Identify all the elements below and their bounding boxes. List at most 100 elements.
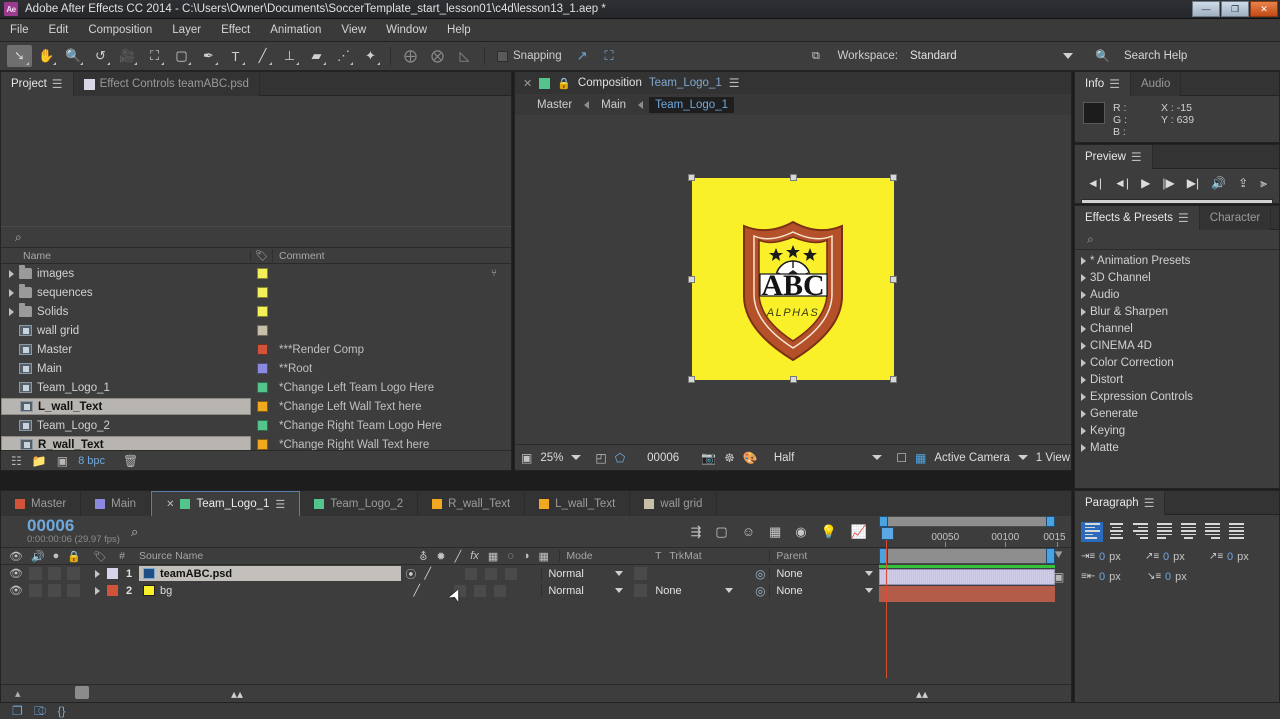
project-item-row[interactable]: wall grid [1, 321, 511, 340]
tab-audio[interactable]: Audio [1130, 72, 1182, 96]
column-trkmat[interactable]: TrkMat [669, 550, 769, 562]
play-button[interactable]: ▶ [1141, 176, 1150, 190]
effects-icon[interactable]: fx [470, 550, 479, 562]
project-item-row[interactable]: Main **Root [1, 359, 511, 378]
panel-menu-icon[interactable]: ☰ [1109, 77, 1120, 91]
eraser-tool[interactable]: ▰ [304, 45, 329, 67]
views-value[interactable]: 1 View [1036, 452, 1070, 464]
expand-triangle-icon[interactable] [1081, 443, 1086, 452]
menu-item-effect[interactable]: Effect [211, 21, 260, 39]
panel-menu-icon[interactable]: ☰ [1144, 496, 1155, 510]
preview-scrollbar[interactable] [1081, 199, 1273, 204]
duplicate-icon[interactable]: ❐ [12, 704, 23, 718]
lock-icon[interactable]: 🔒 [67, 550, 81, 563]
frame-blending-icon[interactable]: ▦ [769, 524, 781, 540]
menu-item-edit[interactable]: Edit [39, 21, 79, 39]
paragraph-justify-last-center-button[interactable] [1177, 522, 1199, 542]
panel-menu-icon[interactable]: ☰ [1131, 150, 1142, 164]
project-item-name-cell[interactable]: wall grid [1, 322, 251, 339]
first-frame-button[interactable]: ◄| [1087, 176, 1102, 190]
timeline-graph-area[interactable]: 00050 00100 0015 ⯆ ▣ [879, 516, 1071, 678]
column-source-name[interactable]: Source Name [133, 550, 419, 562]
expand-triangle-icon[interactable] [1081, 341, 1086, 350]
timeline-tab-main[interactable]: Main [81, 491, 152, 516]
layer-quality-icon[interactable]: ╱ [424, 567, 431, 580]
expand-triangle-icon[interactable] [9, 288, 14, 297]
effect-category-item[interactable]: Distort [1075, 371, 1279, 388]
selection-handle-tr[interactable] [890, 173, 897, 181]
motion-blur-icon[interactable]: ◉ [795, 524, 806, 540]
timeline-layer-row[interactable]: 👁 2 bg ╱ Normal None ◎ None [1, 582, 879, 599]
project-item-comment[interactable]: *Change Right Team Logo Here [273, 420, 511, 432]
effect-category-item[interactable]: Keying [1075, 422, 1279, 439]
layer-source-name[interactable]: teamABC.psd [139, 566, 402, 581]
column-comment[interactable]: Comment [273, 250, 511, 262]
paragraph-justify-last-left-button[interactable] [1153, 522, 1175, 542]
paragraph-align-left-button[interactable] [1081, 522, 1103, 542]
menu-item-layer[interactable]: Layer [162, 21, 211, 39]
space-before-field[interactable]: ↗≡ 0 px [1145, 550, 1209, 563]
panel-menu-icon[interactable]: ☰ [729, 76, 740, 90]
brainstorm-icon[interactable]: 💡 [821, 524, 837, 540]
zoom-in-icon[interactable]: ▴▴ [231, 687, 243, 701]
layer-bar-2[interactable] [879, 586, 1056, 602]
selection-handle-ml[interactable] [688, 275, 695, 283]
layer-label-color[interactable] [105, 585, 119, 596]
last-frame-button[interactable]: ▶| [1187, 176, 1199, 190]
timeline-tab-master[interactable]: Master [1, 491, 82, 516]
transparency-grid-icon[interactable]: ☐ [896, 451, 907, 465]
menu-item-window[interactable]: Window [376, 21, 437, 39]
project-search-input[interactable]: ⌕ [1, 226, 511, 248]
label-color-cell[interactable] [251, 268, 273, 279]
layer-trkmat-select[interactable]: None [651, 585, 751, 597]
expand-triangle-icon[interactable] [1081, 307, 1086, 316]
zoom-out-icon[interactable]: ▴ [15, 687, 21, 700]
tab-project[interactable]: Project ☰ [1, 72, 74, 96]
selection-handle-mr[interactable] [890, 275, 897, 283]
grid-guides-icon[interactable]: ◰ [595, 451, 606, 465]
current-time-indicator[interactable] [881, 527, 895, 540]
layer-eye-icon[interactable]: 👁 [9, 567, 23, 580]
work-area-start-handle[interactable] [879, 516, 889, 527]
project-item-name-cell[interactable]: Team_Logo_1 [1, 379, 251, 396]
minimize-button[interactable]: — [1192, 1, 1220, 17]
bit-depth-label[interactable]: 8 bpc [78, 455, 105, 467]
column-parent[interactable]: Parent [769, 550, 879, 562]
3d-view-icon[interactable]: ▦ [915, 451, 926, 465]
project-item-row[interactable]: images ⑂ [1, 264, 511, 283]
expand-triangle-icon[interactable] [1081, 409, 1086, 418]
panel-menu-icon[interactable]: ☰ [1178, 211, 1189, 225]
brush-tool[interactable]: ╱ [250, 45, 275, 67]
current-time-display[interactable]: 00006 [27, 517, 131, 534]
expand-triangle-icon[interactable] [1081, 426, 1086, 435]
layer-expand-triangle-icon[interactable] [89, 586, 105, 595]
chevron-down-icon-3[interactable] [1017, 455, 1028, 460]
layer-parent-select[interactable]: None [769, 584, 879, 597]
roto-brush-tool[interactable]: ⋰ [331, 45, 356, 67]
close-icon[interactable]: ✕ [523, 77, 532, 90]
project-item-name-cell[interactable]: sequences [1, 284, 251, 301]
tab-preview[interactable]: Preview ☰ [1075, 145, 1153, 169]
draft-3d-icon[interactable]: ▢ [715, 524, 727, 540]
composition-viewer[interactable]: ABC ALPHAS [515, 115, 1071, 442]
project-item-name-cell[interactable]: images [1, 265, 251, 282]
effect-category-item[interactable]: CINEMA 4D [1075, 337, 1279, 354]
layer-audio-toggle[interactable] [28, 567, 42, 580]
audio-icon[interactable]: 🔊 [31, 550, 45, 563]
label-color-cell[interactable] [251, 306, 273, 317]
column-tag-icon[interactable]: 🏷 [251, 249, 273, 262]
workspace-toggle-icon[interactable]: ⧉ [803, 45, 828, 67]
column-number[interactable]: # [111, 550, 133, 562]
layer-eye-icon[interactable]: 👁 [9, 584, 23, 597]
label-color-cell[interactable] [251, 382, 273, 393]
paragraph-justify-all-button[interactable] [1225, 522, 1247, 542]
menu-item-composition[interactable]: Composition [78, 21, 162, 39]
timeline-ruler[interactable]: 00050 00100 0015 [879, 528, 1066, 547]
layer-bar-1[interactable] [879, 569, 1056, 585]
project-item-comment[interactable]: *Change Left Team Logo Here [273, 382, 511, 394]
paragraph-align-center-button[interactable] [1105, 522, 1127, 542]
expand-triangle-icon[interactable] [1081, 256, 1086, 265]
expand-triangle-icon[interactable] [1081, 324, 1086, 333]
chevron-down-icon[interactable] [571, 455, 582, 460]
work-area-bar[interactable] [879, 516, 1056, 527]
